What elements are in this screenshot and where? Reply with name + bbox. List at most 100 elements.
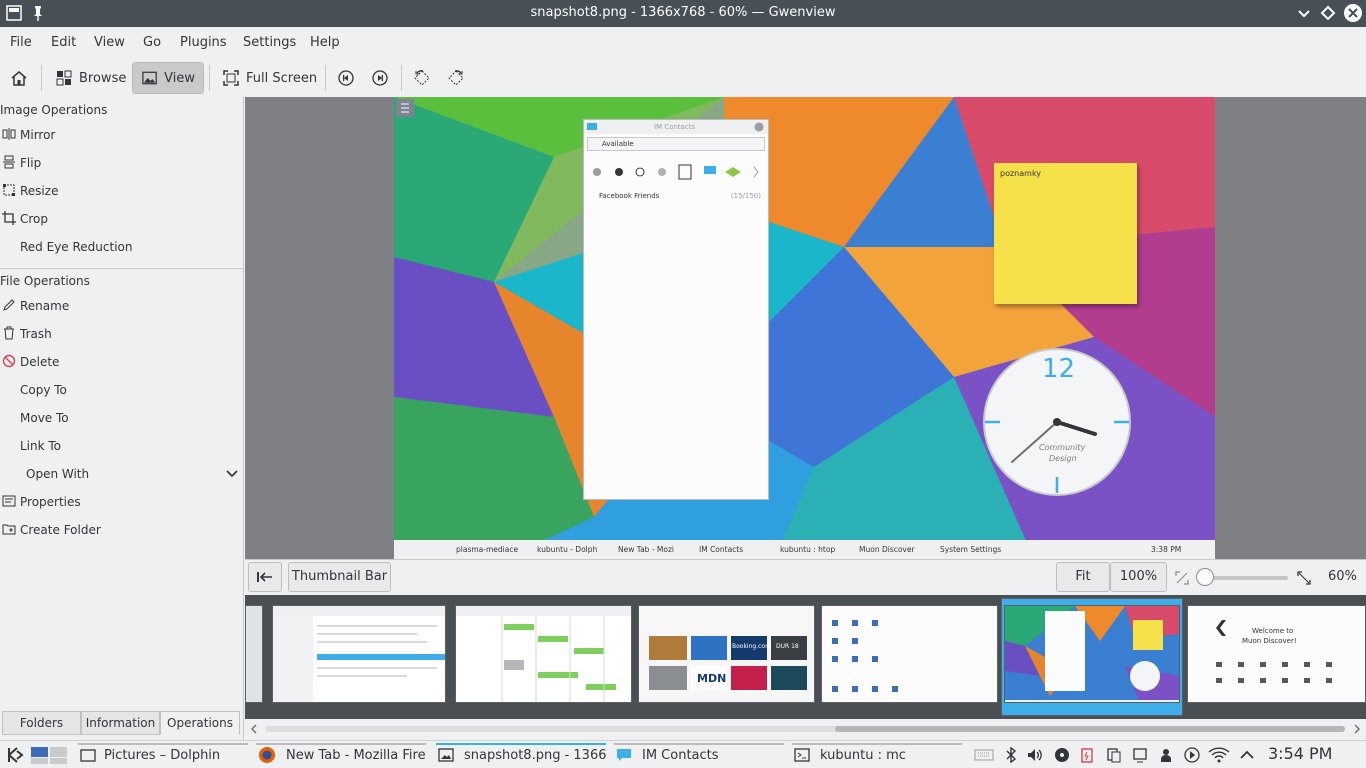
op-open-with[interactable]: Open With (0, 462, 240, 486)
scroll-left-icon[interactable] (249, 724, 259, 734)
previous-button[interactable] (333, 62, 359, 94)
zoom-out-icon[interactable] (1174, 570, 1190, 586)
group-count: (15/150) (730, 192, 761, 200)
view-label: View (164, 70, 195, 86)
op-delete[interactable]: Delete (0, 350, 240, 374)
window-titlebar: snapshot8.png - 1366x768 - 60% — Gwenvie… (0, 0, 1366, 27)
user-icon[interactable] (1158, 747, 1174, 763)
op-resize[interactable]: Resize (0, 179, 240, 203)
menu-go[interactable]: Go (143, 35, 161, 50)
next-button[interactable] (367, 62, 393, 94)
task-dolphin[interactable]: Pictures – Dolphin (78, 741, 248, 768)
op-mirror[interactable]: Mirror (0, 123, 240, 147)
toolbar-separator (401, 65, 402, 91)
thumbnail[interactable] (272, 605, 446, 703)
op-create-folder[interactable]: Create Folder (0, 518, 240, 542)
browse-button[interactable]: Browse (47, 62, 134, 94)
toolbar-separator (41, 65, 42, 91)
thumbnail[interactable]: Welcome to Muon Discover! (1187, 605, 1366, 703)
tab-operations[interactable]: Operations (160, 711, 240, 735)
thumbnail[interactable]: MDN Booking.com DUR 18 (638, 605, 815, 703)
op-copy-to-label: Copy To (20, 383, 67, 397)
op-crop[interactable]: Crop (0, 207, 240, 231)
zoom-100-button[interactable]: 100% (1110, 562, 1167, 592)
im-contacts-window: IM Contacts Available Facebook Friends (… (583, 119, 769, 500)
op-mirror-label: Mirror (20, 128, 56, 142)
rotate-right-button[interactable] (443, 62, 469, 94)
zoom-slider-track[interactable] (1203, 576, 1288, 580)
tab-folders[interactable]: Folders (2, 711, 81, 735)
im-close-icon (754, 122, 764, 132)
op-rename[interactable]: Rename (0, 294, 240, 318)
kde-launcher-icon[interactable] (5, 745, 25, 765)
minimize-icon[interactable] (1295, 4, 1313, 22)
wifi-icon[interactable] (1208, 747, 1230, 763)
op-properties[interactable]: Properties (0, 490, 240, 514)
zoom-slider-handle[interactable] (1196, 568, 1214, 586)
disc-icon[interactable] (1054, 747, 1070, 763)
thumbnail[interactable] (455, 605, 632, 703)
pager-icon[interactable] (30, 746, 70, 764)
menu-file[interactable]: File (10, 35, 32, 50)
op-red-eye[interactable]: Red Eye Reduction (0, 235, 240, 259)
create-folder-icon (2, 524, 16, 535)
task-label: Pictures – Dolphin (104, 747, 221, 763)
fit-button[interactable]: Fit (1056, 562, 1110, 592)
view-button[interactable]: View (132, 62, 204, 94)
op-create-folder-label: Create Folder (20, 523, 101, 537)
op-trash[interactable]: Trash (0, 322, 240, 346)
rotate-left-icon (414, 70, 430, 86)
inner-task: Muon Discover (859, 545, 915, 554)
menu-help[interactable]: Help (310, 35, 340, 50)
op-flip[interactable]: Flip (0, 151, 240, 175)
menu-settings[interactable]: Settings (243, 35, 296, 50)
fullscreen-label: Full Screen (246, 70, 318, 86)
thumbnail[interactable] (245, 605, 263, 703)
mirror-icon (2, 128, 16, 140)
task-im-contacts[interactable]: IM Contacts (614, 741, 784, 768)
menu-view[interactable]: View (94, 35, 125, 50)
devices-icon[interactable] (1132, 747, 1148, 763)
task-firefox[interactable]: New Tab - Mozilla Firefo (256, 741, 426, 768)
op-move-to[interactable]: Move To (0, 406, 240, 430)
image-viewer[interactable]: IM Contacts Available Facebook Friends (… (245, 97, 1366, 559)
op-resize-label: Resize (20, 184, 59, 198)
task-gwenview[interactable]: snapshot8.png - 1366x (436, 741, 606, 768)
media-play-icon[interactable] (1184, 747, 1200, 763)
op-copy-to[interactable]: Copy To (0, 378, 240, 402)
thumbnail-bar-button[interactable]: Thumbnail Bar (288, 562, 391, 592)
scroll-right-icon[interactable] (1352, 724, 1362, 734)
fullscreen-button[interactable]: Full Screen (214, 62, 325, 94)
tray-expand-icon[interactable] (1239, 747, 1255, 763)
thumbnail-scrollbar[interactable] (245, 719, 1366, 740)
scroll-thumb[interactable] (835, 726, 1345, 732)
task-terminal[interactable]: kubuntu : mc (792, 741, 962, 768)
clipboard-icon[interactable] (1106, 747, 1122, 763)
task-label: New Tab - Mozilla Firefo (286, 747, 426, 763)
toggle-sidebar-button[interactable] (248, 562, 282, 592)
thumbnail[interactable] (821, 605, 998, 703)
keyboard-icon[interactable] (974, 747, 994, 763)
tab-information[interactable]: Information (81, 711, 160, 735)
volume-icon[interactable] (1027, 747, 1043, 763)
menu-edit[interactable]: Edit (51, 35, 76, 50)
bluetooth-icon[interactable] (1003, 747, 1019, 763)
menu-plugins[interactable]: Plugins (180, 35, 227, 50)
op-link-to[interactable]: Link To (0, 434, 240, 458)
maximize-icon[interactable] (1319, 4, 1337, 22)
close-icon[interactable] (1343, 3, 1363, 23)
mdn-label: MDN (697, 672, 727, 685)
battery-icon[interactable] (1079, 747, 1095, 763)
rotate-left-button[interactable] (409, 62, 435, 94)
previous-icon (338, 70, 354, 86)
firefox-icon (259, 747, 275, 763)
thumbnail-selected[interactable] (1004, 605, 1180, 703)
inner-task: System Settings (940, 545, 1002, 554)
chevron-down-icon[interactable] (226, 469, 238, 479)
zoom-in-icon[interactable] (1296, 570, 1312, 586)
home-button[interactable] (2, 62, 36, 94)
welcome-line-1: Welcome to (1252, 627, 1294, 635)
taskbar-clock[interactable]: 3:54 PM (1268, 744, 1332, 763)
rename-icon (3, 299, 15, 311)
clock-twelve: 12 (1042, 354, 1076, 384)
